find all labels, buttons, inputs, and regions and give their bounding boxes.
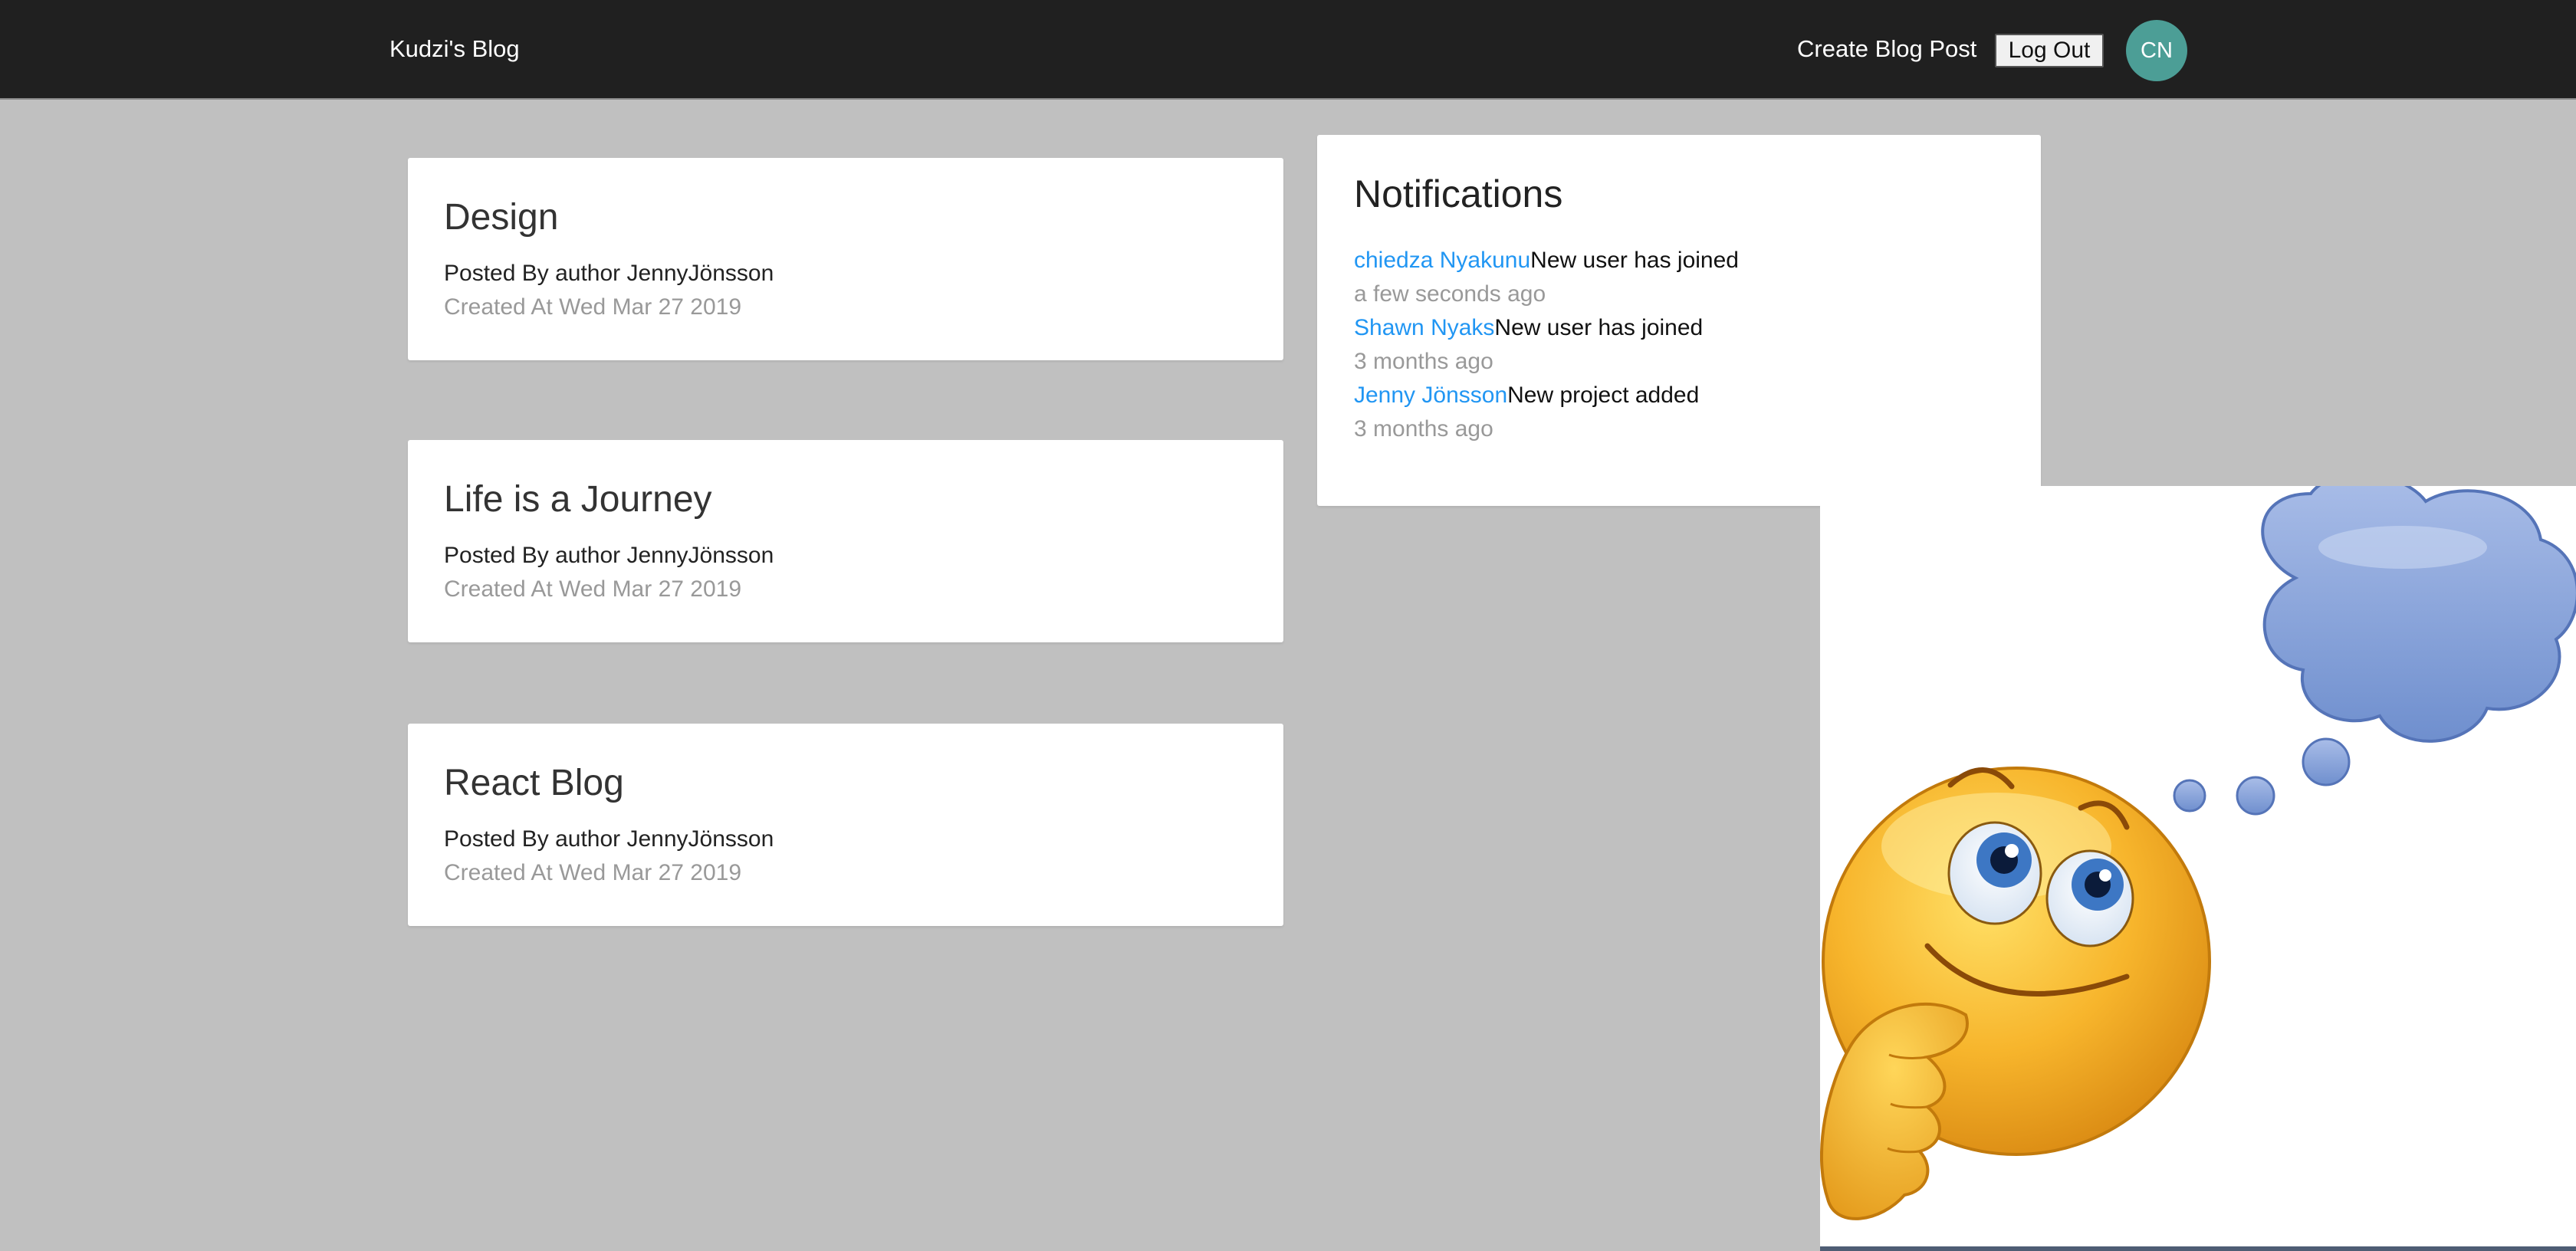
post-title: React Blog: [444, 763, 624, 803]
avatar[interactable]: CN: [2126, 20, 2187, 81]
post-author: Posted By author JennyJönsson: [444, 826, 774, 852]
notification-item: Shawn NyaksNew user has joined: [1354, 315, 1703, 341]
notification-user-link[interactable]: Shawn Nyaks: [1354, 315, 1494, 340]
notification-time: 3 months ago: [1354, 416, 1493, 442]
post-date: Created At Wed Mar 27 2019: [444, 294, 742, 320]
notification-message: New user has joined: [1530, 248, 1739, 273]
brand-link[interactable]: Kudzi's Blog: [389, 35, 520, 63]
notification-item: Jenny JönssonNew project added: [1354, 383, 1699, 409]
image-bottom-edge: [1820, 1246, 2576, 1251]
post-card[interactable]: Design Posted By author JennyJönsson Cre…: [408, 158, 1283, 360]
post-date: Created At Wed Mar 27 2019: [444, 576, 742, 602]
notification-message: New project added: [1507, 383, 1700, 408]
notifications-panel: Notifications chiedza NyakunuNew user ha…: [1317, 135, 2041, 506]
create-blog-post-link[interactable]: Create Blog Post: [1797, 35, 1976, 63]
post-author: Posted By author JennyJönsson: [444, 543, 774, 568]
log-out-button[interactable]: Log Out: [1995, 34, 2104, 67]
notification-user-link[interactable]: chiedza Nyakunu: [1354, 248, 1530, 273]
notification-time: a few seconds ago: [1354, 281, 1546, 307]
notification-time: 3 months ago: [1354, 349, 1493, 374]
post-title: Design: [444, 197, 559, 238]
post-date: Created At Wed Mar 27 2019: [444, 860, 742, 885]
post-author: Posted By author JennyJönsson: [444, 261, 774, 286]
navbar: Kudzi's Blog Create Blog Post Log Out CN: [0, 0, 2576, 100]
thinking-emoji-icon: [1820, 486, 2576, 1220]
post-card[interactable]: Life is a Journey Posted By author Jenny…: [408, 440, 1283, 642]
post-card[interactable]: React Blog Posted By author JennyJönsson…: [408, 724, 1283, 926]
notification-message: New user has joined: [1494, 315, 1704, 340]
thinking-emoji-image: [1820, 486, 2576, 1251]
notifications-title: Notifications: [1354, 172, 1563, 215]
notification-item: chiedza NyakunuNew user has joined: [1354, 248, 1739, 274]
post-title: Life is a Journey: [444, 479, 712, 520]
notification-user-link[interactable]: Jenny Jönsson: [1354, 383, 1507, 408]
